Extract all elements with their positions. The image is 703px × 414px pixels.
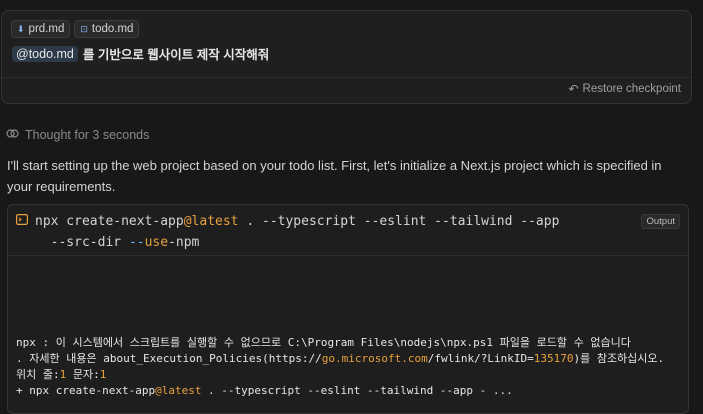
context-chips: ⬇ prd.md ⊡ todo.md — [11, 20, 140, 38]
terminal-output: npx : 이 시스템에서 스크립트를 실행할 수 없으므로 C:\Progra… — [16, 335, 686, 399]
output-line: + npx create-next-app@latest . --typescr… — [16, 384, 513, 397]
thought-label: Thought for 3 seconds — [25, 128, 150, 142]
terminal-command: npx create-next-app@latest . --typescrip… — [16, 211, 636, 253]
prompt-text: 를 기반으로 웹사이트 제작 시작해줘 — [82, 48, 270, 62]
output-line: 위치 줄:1 문자:1 — [16, 368, 107, 381]
file-icon: ⊡ — [80, 23, 88, 34]
user-prompt: @todo.md 를 기반으로 웹사이트 제작 시작해줘 — [12, 44, 269, 63]
user-message-card: ⬇ prd.md ⊡ todo.md @todo.md 를 기반으로 웹사이트 … — [1, 10, 692, 104]
chip-label: prd.md — [28, 23, 65, 35]
brain-icon — [6, 127, 19, 143]
restore-checkpoint-button[interactable]: ↶ Restore checkpoint — [568, 82, 681, 96]
terminal-block: npx create-next-app@latest . --typescrip… — [7, 204, 689, 414]
chip-label: todo.md — [91, 23, 134, 35]
card-divider — [2, 77, 691, 78]
file-mention[interactable]: @todo.md — [12, 45, 78, 62]
command-text: npx create-next-app@latest . --typescrip… — [35, 214, 560, 250]
context-chip-todo[interactable]: ⊡ todo.md — [74, 20, 140, 38]
terminal-divider — [8, 255, 688, 256]
assistant-message: I'll start setting up the web project ba… — [7, 158, 662, 194]
thought-indicator[interactable]: Thought for 3 seconds — [6, 127, 149, 143]
output-toggle-button[interactable]: Output — [641, 214, 680, 229]
arrow-down-icon: ⬇ — [17, 23, 25, 34]
context-chip-prd[interactable]: ⬇ prd.md — [11, 20, 71, 38]
terminal-icon — [16, 211, 29, 253]
restore-label: Restore checkpoint — [582, 83, 681, 95]
output-line: . 자세한 내용은 about_Execution_Policies(https… — [16, 352, 665, 365]
output-line: npx : 이 시스템에서 스크립트를 실행할 수 없으므로 C:\Progra… — [16, 336, 631, 349]
undo-icon: ↶ — [568, 82, 579, 96]
